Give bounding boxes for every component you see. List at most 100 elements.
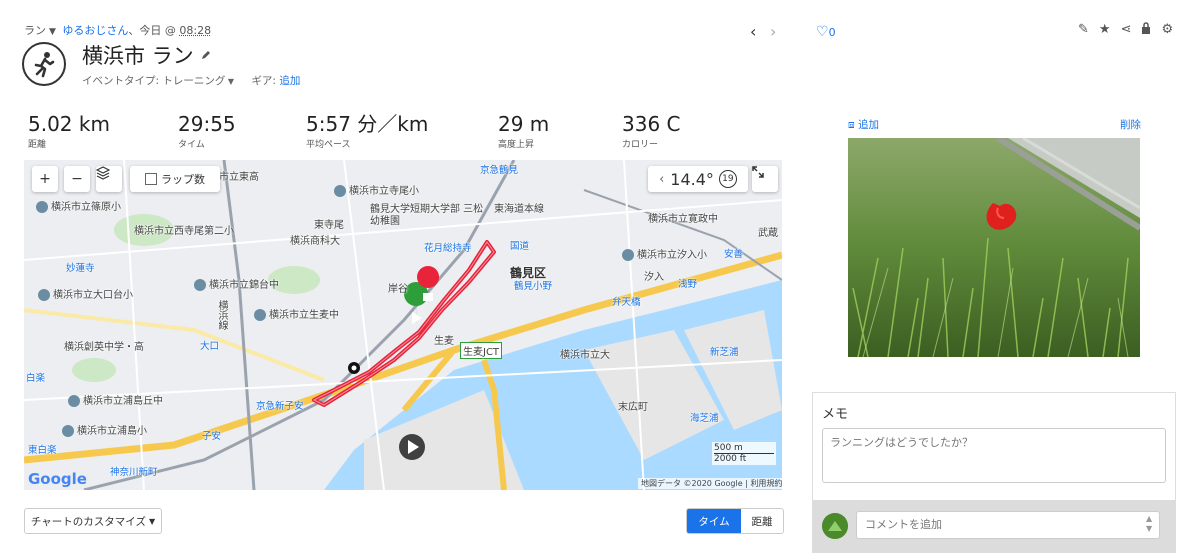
stat-distance: 5.02 km 距離: [28, 112, 110, 150]
map-label: 横浜市立生麦中: [254, 306, 339, 321]
chevron-left-icon[interactable]: ‹: [659, 172, 664, 187]
map-label: 新芝浦: [710, 347, 739, 358]
stat-value: 29:55: [178, 112, 236, 136]
map-label: 弁天橋: [612, 297, 641, 308]
memo-input[interactable]: [822, 428, 1166, 483]
terms-link[interactable]: 利用規約: [750, 479, 782, 488]
stepper-icon[interactable]: ▲ ▼: [1146, 514, 1152, 534]
share-icon[interactable]: ⋖: [1121, 22, 1132, 38]
map-label: 生麦: [434, 336, 454, 347]
weather-widget[interactable]: ‹ 14.4° 19: [648, 166, 748, 192]
breadcrumb: ラン ▼ ゆるおじさん、今日 @ 08:28: [24, 22, 211, 38]
map-label: 子安: [202, 431, 222, 442]
map-label: 鶴見大学短期大学部 三松幼稚園: [370, 204, 484, 227]
map-label: 横浜市立寛政中: [648, 214, 718, 225]
like-count: 0: [828, 26, 836, 39]
gear-add-link[interactable]: 追加: [279, 75, 300, 87]
map-label: 京急新子安: [256, 401, 304, 412]
map-label: 生麦JCT: [460, 342, 503, 359]
caret-down-icon[interactable]: ▼: [225, 77, 234, 86]
breadcrumb-day: 今日: [139, 24, 162, 37]
lock-icon[interactable]: [1141, 22, 1151, 38]
map-label: 横浜市立篠原小: [36, 198, 121, 213]
map-label: 岸谷: [388, 284, 408, 295]
activity-toolbar: ✎ ★ ⋖ ⚙: [1078, 22, 1173, 38]
map-label: 鶴見小野: [514, 281, 553, 292]
stat-label: カロリー: [622, 140, 659, 150]
map-label: 浅野: [678, 279, 698, 290]
map-label: 横浜市立寺尾小: [334, 182, 419, 197]
stat-label: 高度上昇: [498, 140, 535, 150]
stat-label: タイム: [178, 140, 205, 150]
stat-label: 距離: [28, 140, 47, 150]
add-photo-button[interactable]: ⧈ 追加: [848, 117, 879, 132]
map-label: 汐入: [644, 272, 664, 283]
map-label: 横浜市立浦島丘中: [68, 392, 163, 407]
running-icon: [22, 42, 66, 86]
breadcrumb-time[interactable]: 08:28: [179, 24, 211, 37]
map-label: 横浜市立汐入小: [622, 246, 707, 261]
chart-customize-dropdown[interactable]: チャートのカスタマイズ ▼: [24, 508, 162, 534]
map-label: 末広町: [618, 402, 648, 413]
user-link[interactable]: ゆるおじさん: [62, 24, 128, 37]
delete-photo-button[interactable]: 削除: [1120, 117, 1141, 132]
gear-icon[interactable]: ⚙: [1161, 22, 1173, 38]
map-label: 横浜創英中学・高: [64, 342, 144, 353]
caret-down-icon[interactable]: ▼: [49, 27, 56, 37]
zoom-out-button[interactable]: −: [64, 166, 90, 192]
event-type-select[interactable]: トレーニング: [162, 75, 225, 87]
seg-distance-button[interactable]: 距離: [741, 509, 783, 533]
map-label: 東白楽: [28, 445, 57, 456]
map-label: 横浜市立大口台小: [38, 286, 133, 301]
lap-checkbox[interactable]: [145, 173, 157, 185]
map-label: 白楽: [26, 373, 46, 384]
pencil-icon[interactable]: ✎: [1078, 22, 1089, 38]
seg-time-button[interactable]: タイム: [687, 509, 741, 533]
map-label: 横浜商科大: [290, 236, 340, 247]
breadcrumb-separator: 、: [128, 24, 140, 37]
map-label: 国道: [510, 241, 530, 252]
activity-photo[interactable]: [848, 138, 1140, 357]
lap-toggle[interactable]: ラップ数: [130, 166, 220, 192]
avatar[interactable]: [822, 513, 848, 539]
stat-value: 5:57 分／km: [306, 112, 429, 136]
chevron-right-icon[interactable]: ›: [770, 22, 776, 41]
chevron-left-icon[interactable]: ‹: [750, 22, 756, 41]
map-label: 神奈川新町: [110, 467, 158, 478]
map-label: 花月総持寺: [424, 243, 472, 254]
map-label: 海芝浦: [690, 413, 719, 424]
pencil-icon[interactable]: [200, 46, 212, 65]
like-button[interactable]: ♡0: [816, 24, 836, 40]
stat-calories: 336 C カロリー: [622, 112, 681, 150]
scale-meters: 500 m: [714, 443, 774, 454]
event-type-row: イベントタイプ: トレーニング ▼ ギア: 追加: [82, 73, 300, 88]
layers-icon[interactable]: [96, 166, 122, 192]
fullscreen-icon[interactable]: [752, 166, 778, 192]
map-label: 横浜市立錦台中: [194, 276, 279, 291]
map-label: 安善: [724, 249, 744, 260]
map-label: 京急鶴見: [480, 165, 519, 176]
x-axis-toggle: タイム 距離: [686, 508, 784, 534]
gear-label: ギア:: [251, 75, 276, 87]
map-label: 横浜市立西寺尾第二小: [134, 226, 234, 237]
route-map[interactable]: 鶴見区 横浜市立東高 横浜市立篠原小 横浜市立寺尾小 鶴見大学短期大学部 三松幼…: [24, 160, 782, 490]
activity-type-link[interactable]: ラン: [24, 24, 46, 37]
event-type-label: イベントタイプ:: [82, 75, 160, 87]
breadcrumb-at: @: [164, 24, 176, 37]
map-label: 大口: [200, 341, 220, 352]
heart-icon[interactable]: ♡: [816, 24, 829, 40]
activity-title[interactable]: 横浜市 ラン: [82, 40, 194, 70]
temperature: 14.4°: [670, 169, 714, 189]
map-label: 東寺尾: [314, 220, 344, 231]
stat-value: 5.02 km: [28, 112, 110, 136]
camera-icon: ⧈: [848, 119, 855, 131]
stat-time: 29:55 タイム: [178, 112, 236, 150]
comment-input[interactable]: [856, 511, 1160, 539]
memo-title: メモ: [822, 407, 849, 422]
star-icon[interactable]: ★: [1099, 22, 1111, 38]
caret-down-icon: ▼: [148, 516, 156, 526]
weather-badge: 19: [718, 170, 737, 188]
map-label: 横浜市立浦島小: [62, 422, 147, 437]
lap-checkbox-label: ラップ数: [161, 173, 205, 186]
zoom-in-button[interactable]: +: [32, 166, 58, 192]
